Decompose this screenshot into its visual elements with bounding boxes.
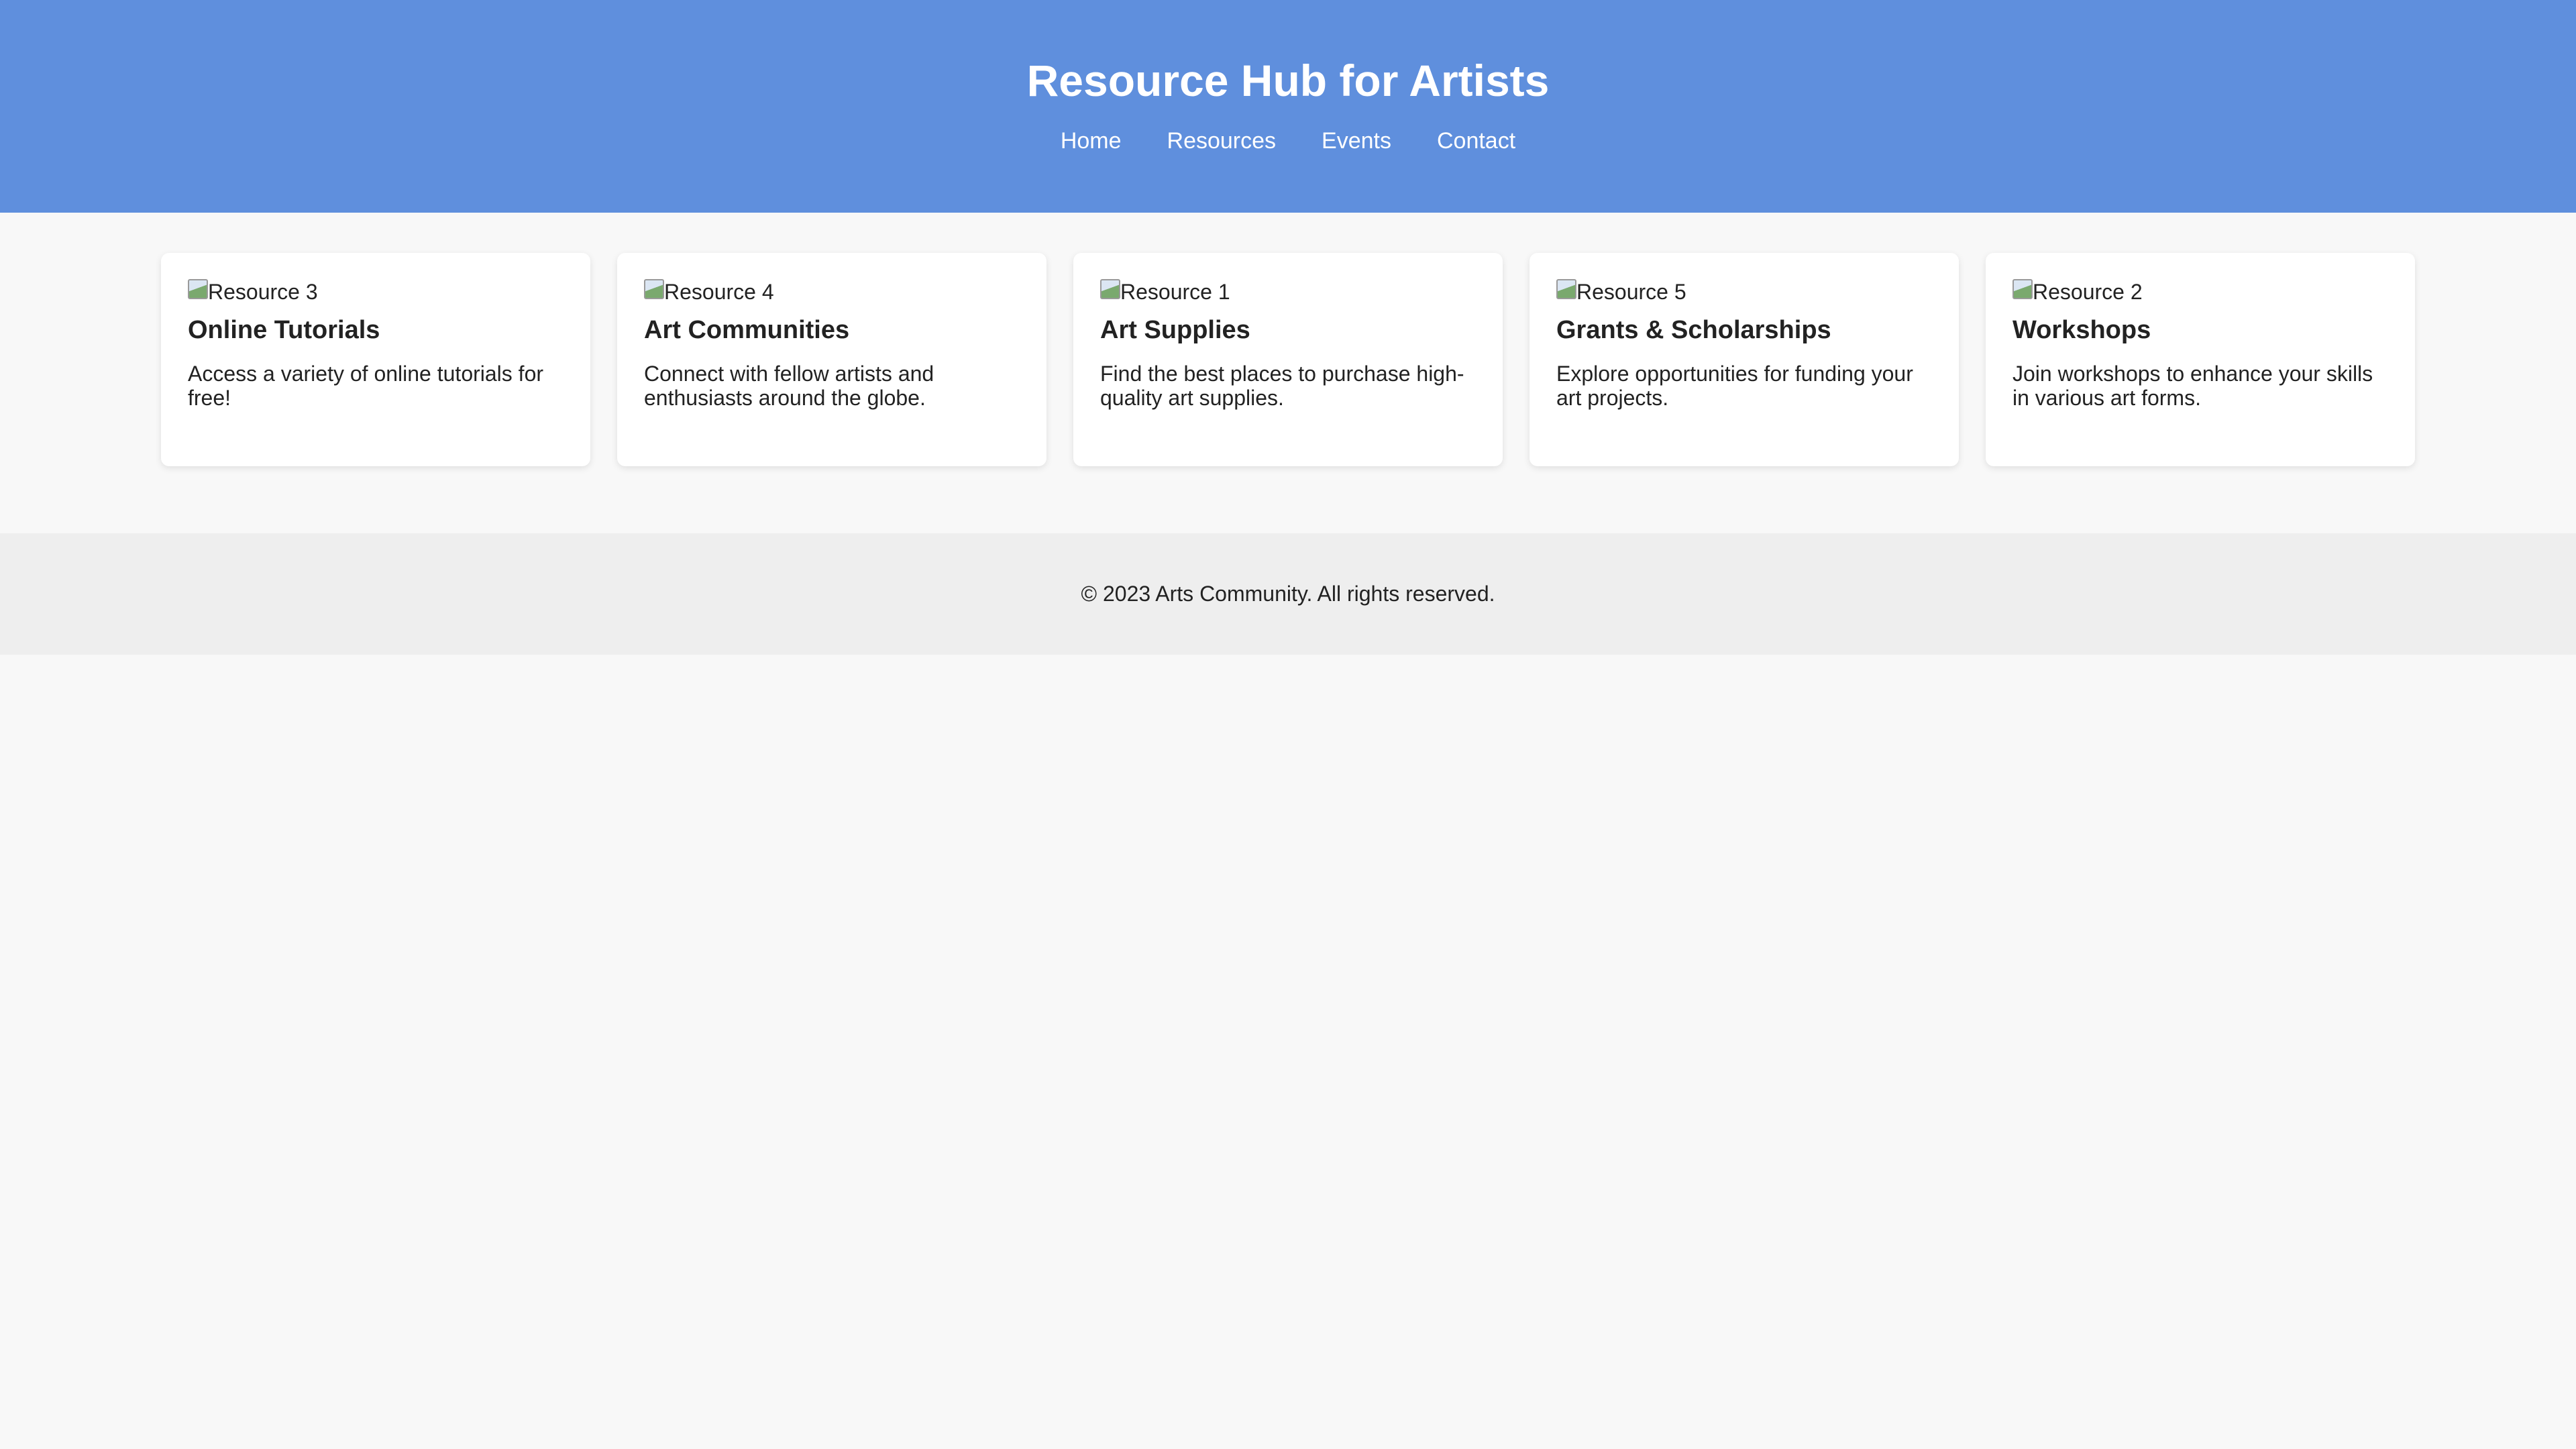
card-image-alt: Resource 3 xyxy=(208,280,318,304)
broken-image-icon xyxy=(188,279,208,299)
card-image-alt: Resource 5 xyxy=(1576,280,1686,304)
broken-image-icon xyxy=(2012,279,2033,299)
card-description: Access a variety of online tutorials for… xyxy=(188,362,544,410)
broken-image-icon xyxy=(1556,279,1576,299)
card-image: Resource 3 xyxy=(188,278,564,305)
broken-image-icon xyxy=(644,279,664,299)
card-image-alt: Resource 1 xyxy=(1120,280,1230,304)
card-image: Resource 4 xyxy=(644,278,1020,305)
card-title: Art Supplies xyxy=(1100,316,1250,344)
site-footer: © 2023 Arts Community. All rights reserv… xyxy=(0,533,2576,655)
footer-copyright: © 2023 Arts Community. All rights reserv… xyxy=(1081,582,1495,606)
resource-card-online-tutorials[interactable]: Resource 3 Online Tutorials Access a var… xyxy=(161,253,590,466)
card-title: Online Tutorials xyxy=(188,316,380,344)
main-nav: Home Resources Events Contact xyxy=(0,127,2576,154)
resource-card-art-supplies[interactable]: Resource 1 Art Supplies Find the best pl… xyxy=(1073,253,1503,466)
card-title: Art Communities xyxy=(644,316,850,344)
card-image-alt: Resource 2 xyxy=(2033,280,2143,304)
nav-link-resources[interactable]: Resources xyxy=(1167,127,1277,154)
card-image: Resource 1 xyxy=(1100,278,1476,305)
nav-link-events[interactable]: Events xyxy=(1322,127,1391,154)
resource-card-art-communities[interactable]: Resource 4 Art Communities Connect with … xyxy=(617,253,1046,466)
nav-link-contact[interactable]: Contact xyxy=(1437,127,1515,154)
card-description: Join workshops to enhance your skills in… xyxy=(2012,362,2373,410)
page-title: Resource Hub for Artists xyxy=(1026,56,1550,105)
site-header: Resource Hub for Artists Home Resources … xyxy=(0,0,2576,213)
card-title: Grants & Scholarships xyxy=(1556,316,1831,344)
resource-card-workshops[interactable]: Resource 2 Workshops Join workshops to e… xyxy=(1986,253,2415,466)
card-description: Connect with fellow artists and enthusia… xyxy=(644,362,934,410)
card-description: Explore opportunities for funding your a… xyxy=(1556,362,1913,410)
card-description: Find the best places to purchase high-qu… xyxy=(1100,362,1464,410)
broken-image-icon xyxy=(1100,279,1120,299)
card-image: Resource 2 xyxy=(2012,278,2388,305)
nav-link-home[interactable]: Home xyxy=(1061,127,1122,154)
resource-cards: Resource 3 Online Tutorials Access a var… xyxy=(161,253,2415,466)
card-image: Resource 5 xyxy=(1556,278,1932,305)
resource-card-grants-scholarships[interactable]: Resource 5 Grants & Scholarships Explore… xyxy=(1529,253,1959,466)
card-title: Workshops xyxy=(2012,316,2151,344)
card-image-alt: Resource 4 xyxy=(664,280,774,304)
